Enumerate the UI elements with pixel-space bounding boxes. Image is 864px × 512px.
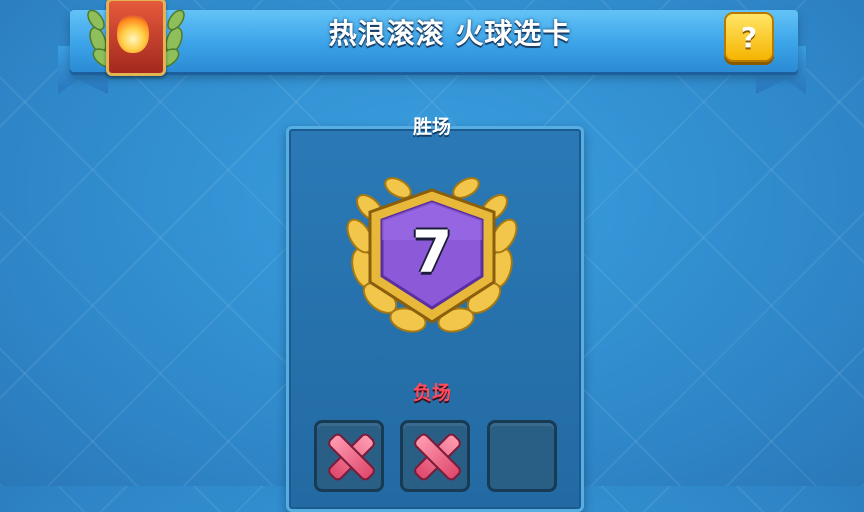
wins-label: 胜场: [412, 116, 451, 138]
loss-slot-1: [314, 420, 384, 492]
losses-label: 负场: [412, 382, 451, 404]
page-title: 热浪滚滚 火球选卡: [328, 17, 572, 50]
wins-count: 7: [411, 218, 453, 286]
help-button[interactable]: ?: [724, 12, 774, 62]
wins-badge: 7: [334, 170, 530, 346]
fireball-card-icon: [106, 0, 166, 76]
cross-icon: [325, 431, 373, 479]
challenge-emblem: [84, 0, 188, 88]
cross-icon: [411, 431, 459, 479]
loss-slot-3: [487, 420, 557, 492]
loss-slot-2: [400, 420, 470, 492]
flame-icon: [117, 13, 149, 53]
